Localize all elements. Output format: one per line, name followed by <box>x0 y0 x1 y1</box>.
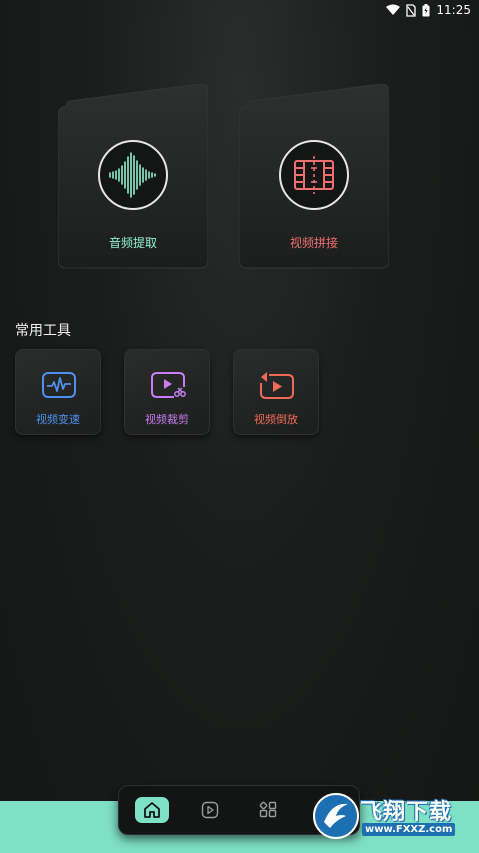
nav-home-button[interactable] <box>135 797 169 823</box>
tool-video-reverse[interactable]: 视频倒放 <box>233 349 319 435</box>
video-concat-card[interactable]: 视频拼接 <box>239 84 389 269</box>
watermark-url: www.FXXZ.com <box>362 823 456 836</box>
tool-label: 视频裁剪 <box>145 413 189 426</box>
watermark-text: 飞翔下载 <box>360 800 453 825</box>
tool-label: 视频倒放 <box>254 413 298 426</box>
wifi-icon <box>386 4 401 15</box>
video-concat-label: 视频拼接 <box>289 236 338 250</box>
concat-icon-circle <box>279 140 349 210</box>
watermark-logo-icon <box>313 793 359 839</box>
film-strip-icon <box>294 156 334 194</box>
play-icon <box>201 801 219 819</box>
grid-icon <box>259 801 277 818</box>
speed-waveform-icon <box>42 372 76 398</box>
audio-extract-card[interactable]: 音频提取 <box>58 84 208 269</box>
no-sim-icon <box>406 3 417 17</box>
section-title: 常用工具 <box>15 323 71 339</box>
video-reverse-icon <box>260 372 294 399</box>
tool-video-cut[interactable]: 视频裁剪 <box>124 349 210 435</box>
nav-video-button[interactable] <box>193 797 227 823</box>
audio-extract-label: 音频提取 <box>108 236 157 250</box>
tool-label: 视频变速 <box>36 413 80 426</box>
status-time: 11:25 <box>436 3 471 17</box>
status-bar: 11:25 <box>0 0 479 20</box>
nav-apps-button[interactable] <box>251 797 285 823</box>
waveform-icon <box>109 152 156 198</box>
home-icon <box>144 802 160 818</box>
tool-video-speed[interactable]: 视频变速 <box>15 349 101 435</box>
video-cut-icon <box>151 372 186 398</box>
battery-icon <box>422 3 430 16</box>
audio-icon-circle <box>98 140 168 210</box>
watermark: 飞翔下载 www.FXXZ.com <box>310 790 475 845</box>
